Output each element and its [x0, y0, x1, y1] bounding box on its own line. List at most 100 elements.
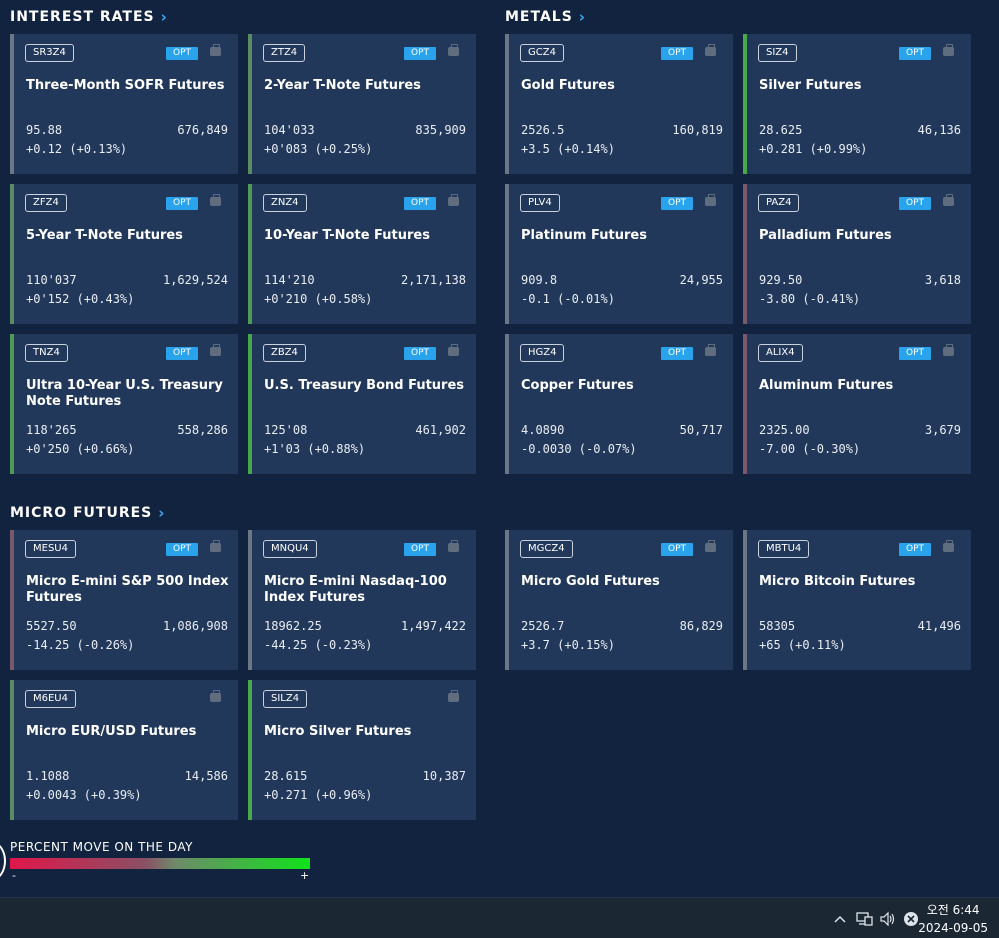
- futures-card[interactable]: ALIX4 OPT Aluminum Futures 2325.00 3,679 -7.0…: [743, 334, 971, 474]
- contract-name: Micro Gold Futures: [521, 574, 660, 589]
- volume: 24,955: [679, 273, 723, 287]
- decorative-circle: [0, 842, 6, 880]
- futures-card[interactable]: M6EU4 Micro EUR/USD Futures 1.1088 14,586 +0…: [10, 680, 238, 820]
- contract-name: Micro E-mini S&P 500 Index Futures: [26, 574, 229, 605]
- options-badge[interactable]: OPT: [166, 347, 198, 360]
- futures-card[interactable]: MNQU4 OPT Micro E-mini Nasdaq-100 Index Fu…: [248, 530, 476, 670]
- ticker-badge: TNZ4: [25, 344, 68, 362]
- volume: 1,086,908: [162, 619, 228, 633]
- futures-card[interactable]: ZNZ4 OPT 10-Year T-Note Futures 114'210 2,17…: [248, 184, 476, 324]
- last-price: 28.615: [264, 769, 308, 783]
- last-price: 95.88: [26, 123, 63, 137]
- futures-card[interactable]: ZBZ4 OPT U.S. Treasury Bond Futures 125'08 4…: [248, 334, 476, 474]
- last-price: 5527.50: [26, 619, 77, 633]
- volume-icon[interactable]: [879, 898, 897, 938]
- section-micro-futures[interactable]: MICRO FUTURES ›: [10, 504, 165, 522]
- price-change: -14.25 (-0.26%): [26, 638, 135, 652]
- price-change: +0'083 (+0.25%): [264, 142, 373, 156]
- section-interest-rates[interactable]: INTEREST RATES ›: [10, 8, 168, 26]
- briefcase-icon[interactable]: [210, 344, 221, 356]
- options-badge[interactable]: OPT: [899, 347, 931, 360]
- section-title-label: INTEREST RATES: [10, 9, 155, 25]
- price-change: -0.1 (-0.01%): [521, 292, 615, 306]
- options-badge[interactable]: OPT: [899, 543, 931, 556]
- futures-card[interactable]: TNZ4 OPT Ultra 10-Year U.S. Treasury Note …: [10, 334, 238, 474]
- options-badge[interactable]: OPT: [661, 197, 693, 210]
- last-price: 2526.5: [521, 123, 565, 137]
- options-badge[interactable]: OPT: [661, 543, 693, 556]
- briefcase-icon[interactable]: [210, 690, 221, 702]
- price-change: +0.271 (+0.96%): [264, 788, 373, 802]
- briefcase-icon[interactable]: [705, 344, 716, 356]
- ticker-badge: ZTZ4: [263, 44, 306, 62]
- contract-name: Ultra 10-Year U.S. Treasury Note Futures: [26, 378, 223, 409]
- futures-card[interactable]: MESU4 OPT Micro E-mini S&P 500 Index Futur…: [10, 530, 238, 670]
- briefcase-icon[interactable]: [705, 44, 716, 56]
- briefcase-icon[interactable]: [448, 194, 459, 206]
- volume: 461,902: [415, 423, 466, 437]
- ticker-badge: MGCZ4: [520, 540, 573, 558]
- notification-close-icon[interactable]: [903, 898, 919, 938]
- volume: 3,618: [924, 273, 961, 287]
- briefcase-icon[interactable]: [210, 194, 221, 206]
- briefcase-icon[interactable]: [448, 690, 459, 702]
- futures-card[interactable]: SIZ4 OPT Silver Futures 28.625 46,136 +0.281 …: [743, 34, 971, 174]
- options-badge[interactable]: OPT: [166, 47, 198, 60]
- contract-name: U.S. Treasury Bond Futures: [264, 378, 465, 393]
- options-badge[interactable]: OPT: [404, 197, 436, 210]
- last-price: 58305: [759, 619, 796, 633]
- futures-card[interactable]: SR3Z4 OPT Three-Month SOFR Futures 95.88 676…: [10, 34, 238, 174]
- futures-card[interactable]: HGZ4 OPT Copper Futures 4.0890 50,717 -0.0030…: [505, 334, 733, 474]
- price-change: -7.00 (-0.30%): [759, 442, 861, 456]
- options-badge[interactable]: OPT: [166, 197, 198, 210]
- ticker-badge: GCZ4: [520, 44, 564, 62]
- briefcase-icon[interactable]: [705, 540, 716, 552]
- options-badge[interactable]: OPT: [661, 347, 693, 360]
- taskbar-clock[interactable]: 오전 6:44 2024-09-05: [918, 901, 988, 937]
- briefcase-icon[interactable]: [448, 540, 459, 552]
- contract-name: Micro Bitcoin Futures: [759, 574, 916, 589]
- futures-card[interactable]: MBTU4 OPT Micro Bitcoin Futures 58305 41,496…: [743, 530, 971, 670]
- last-price: 104'033: [264, 123, 315, 137]
- options-badge[interactable]: OPT: [166, 543, 198, 556]
- futures-card[interactable]: MGCZ4 OPT Micro Gold Futures 2526.7 86,829 +3…: [505, 530, 733, 670]
- ticker-badge: ZFZ4: [25, 194, 67, 212]
- options-badge[interactable]: OPT: [404, 47, 436, 60]
- network-icon[interactable]: [856, 898, 874, 938]
- price-change: +0'210 (+0.58%): [264, 292, 373, 306]
- briefcase-icon[interactable]: [943, 44, 954, 56]
- briefcase-icon[interactable]: [943, 540, 954, 552]
- briefcase-icon[interactable]: [448, 344, 459, 356]
- ticker-badge: PAZ4: [758, 194, 800, 212]
- price-change: -0.0030 (-0.07%): [521, 442, 637, 456]
- futures-card[interactable]: PLV4 OPT Platinum Futures 909.8 24,955 -0.1 (…: [505, 184, 733, 324]
- ticker-badge: M6EU4: [25, 690, 76, 708]
- futures-card[interactable]: SILZ4 Micro Silver Futures 28.615 10,387 +0.…: [248, 680, 476, 820]
- options-badge[interactable]: OPT: [404, 347, 436, 360]
- ticker-badge: ZNZ4: [263, 194, 307, 212]
- briefcase-icon[interactable]: [210, 44, 221, 56]
- futures-card[interactable]: ZFZ4 OPT 5-Year T-Note Futures 110'037 1,629…: [10, 184, 238, 324]
- futures-card[interactable]: PAZ4 OPT Palladium Futures 929.50 3,618 -3.80…: [743, 184, 971, 324]
- clock-date: 2024-09-05: [918, 921, 988, 935]
- clock-time: 오전 6:44: [926, 903, 980, 917]
- show-hidden-icons-icon[interactable]: [833, 898, 847, 938]
- briefcase-icon[interactable]: [448, 44, 459, 56]
- contract-name: 10-Year T-Note Futures: [264, 228, 430, 243]
- options-badge[interactable]: OPT: [899, 47, 931, 60]
- price-change: -3.80 (-0.41%): [759, 292, 861, 306]
- options-badge[interactable]: OPT: [899, 197, 931, 210]
- options-badge[interactable]: OPT: [661, 47, 693, 60]
- futures-card[interactable]: ZTZ4 OPT 2-Year T-Note Futures 104'033 835,9…: [248, 34, 476, 174]
- volume: 558,286: [177, 423, 228, 437]
- legend-max-label: +: [300, 869, 310, 882]
- section-metals[interactable]: METALS ›: [505, 8, 586, 26]
- briefcase-icon[interactable]: [943, 194, 954, 206]
- briefcase-icon[interactable]: [943, 344, 954, 356]
- briefcase-icon[interactable]: [210, 540, 221, 552]
- options-badge[interactable]: OPT: [404, 543, 436, 556]
- contract-name: Three-Month SOFR Futures: [26, 78, 225, 93]
- volume: 46,136: [917, 123, 961, 137]
- briefcase-icon[interactable]: [705, 194, 716, 206]
- futures-card[interactable]: GCZ4 OPT Gold Futures 2526.5 160,819 +3.5 (+0…: [505, 34, 733, 174]
